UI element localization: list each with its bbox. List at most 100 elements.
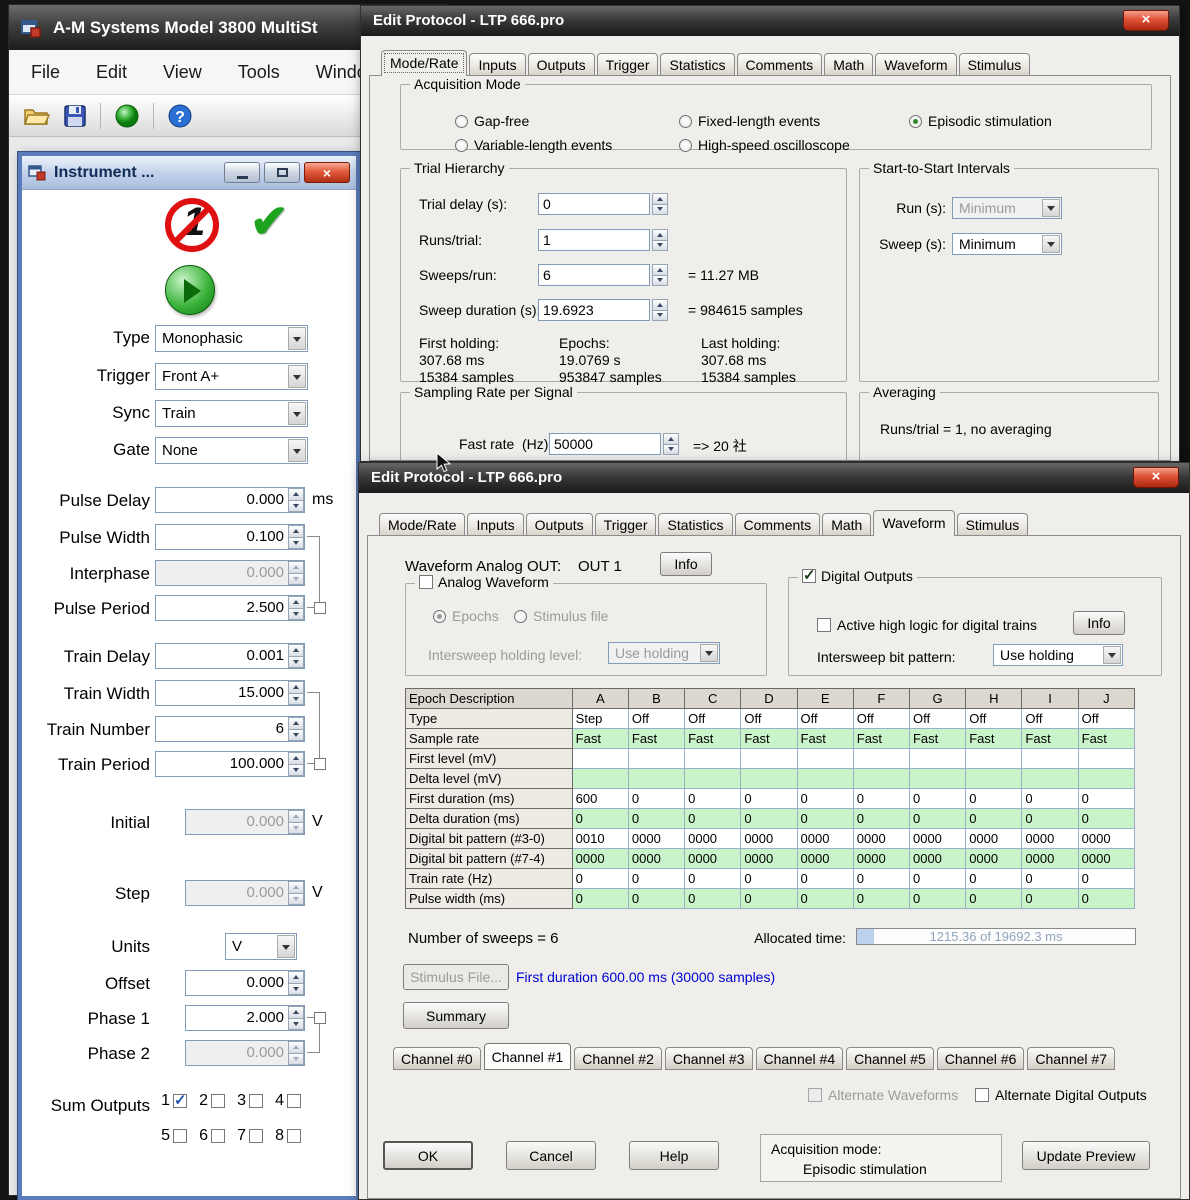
epoch-cell[interactable]: 0000 <box>685 829 741 849</box>
summary-button[interactable]: Summary <box>403 1002 509 1029</box>
epoch-cell[interactable]: 0000 <box>1022 829 1078 849</box>
spin-input-pulse-delay[interactable]: 0.000 <box>155 487 305 513</box>
sum-output-checkbox-6[interactable] <box>211 1129 225 1143</box>
epoch-cell[interactable]: 0 <box>909 809 965 829</box>
epoch-cell[interactable]: 0000 <box>572 849 628 869</box>
spinner-trial-delay-s[interactable] <box>652 193 669 215</box>
spin-down-icon[interactable] <box>288 694 304 706</box>
epoch-cell[interactable]: 0 <box>797 809 853 829</box>
update-preview-button[interactable]: Update Preview <box>1022 1141 1150 1170</box>
epoch-cell[interactable] <box>909 749 965 769</box>
sum-output-4[interactable]: 4 <box>274 1092 301 1110</box>
epoch-cell[interactable] <box>685 769 741 789</box>
epoch-cell[interactable] <box>853 769 909 789</box>
link-checkbox[interactable] <box>314 602 326 614</box>
epoch-cell[interactable] <box>572 749 628 769</box>
epoch-cell[interactable] <box>797 769 853 789</box>
radio-episodic-stimulation[interactable]: Episodic stimulation <box>909 113 1052 129</box>
channel-tab-channel-2[interactable]: Channel #2 <box>574 1047 662 1070</box>
epoch-cell[interactable] <box>966 749 1022 769</box>
spin-down-icon[interactable] <box>288 1054 304 1066</box>
sum-output-3[interactable]: 3 <box>236 1092 263 1110</box>
spin-up-icon[interactable] <box>652 229 668 241</box>
epoch-cell[interactable]: 0010 <box>572 829 628 849</box>
sum-output-checkbox-4[interactable] <box>287 1094 301 1108</box>
digital-outputs-checkbox[interactable] <box>802 569 816 583</box>
spin-up-icon[interactable] <box>288 810 304 823</box>
help-icon[interactable]: ? <box>167 103 193 129</box>
epoch-cell[interactable]: 0 <box>1078 869 1134 889</box>
epoch-cell[interactable]: 0000 <box>685 849 741 869</box>
maximize-button[interactable] <box>264 162 300 183</box>
menu-tools[interactable]: Tools <box>238 62 280 83</box>
sum-output-7[interactable]: 7 <box>236 1127 263 1145</box>
tab-stimulus[interactable]: Stimulus <box>959 53 1031 75</box>
epoch-cell[interactable]: 0 <box>1022 789 1078 809</box>
channel-tab-channel-5[interactable]: Channel #5 <box>846 1047 934 1070</box>
spinner[interactable] <box>288 752 304 776</box>
sum-output-8[interactable]: 8 <box>274 1127 301 1145</box>
epoch-cell[interactable]: 0000 <box>797 849 853 869</box>
epoch-cell[interactable] <box>741 769 797 789</box>
menu-view[interactable]: View <box>163 62 202 83</box>
spin-input-offset[interactable]: 0.000 <box>185 970 305 996</box>
epoch-cell[interactable] <box>741 749 797 769</box>
spin-input-step[interactable]: 0.000 <box>185 880 305 906</box>
spinner[interactable] <box>288 644 304 668</box>
epoch-cell[interactable]: 0 <box>966 889 1022 909</box>
combo-run-s[interactable]: Minimum <box>952 197 1062 219</box>
sum-output-checkbox-3[interactable] <box>249 1094 263 1108</box>
epoch-cell[interactable]: 0 <box>628 869 684 889</box>
epoch-cell[interactable]: Fast <box>1078 729 1134 749</box>
epoch-cell[interactable]: 0 <box>685 809 741 829</box>
spin-input-interphase[interactable]: 0.000 <box>155 560 305 586</box>
epoch-cell[interactable]: 0000 <box>628 849 684 869</box>
spinner[interactable] <box>652 299 668 321</box>
channel-tab-channel-7[interactable]: Channel #7 <box>1027 1047 1115 1070</box>
active-high-checkbox[interactable] <box>817 618 831 632</box>
spin-input-train-period[interactable]: 100.000 <box>155 751 305 777</box>
spin-down-icon[interactable] <box>652 311 668 322</box>
spin-up-icon[interactable] <box>288 971 304 984</box>
spinner[interactable] <box>288 1041 304 1065</box>
epoch-cell[interactable]: 0000 <box>1078 849 1134 869</box>
spin-up-icon[interactable] <box>288 488 304 501</box>
spinner[interactable] <box>288 561 304 585</box>
play-button[interactable] <box>165 265 215 315</box>
spinner[interactable] <box>288 717 304 741</box>
spin-up-icon[interactable] <box>288 596 304 609</box>
epoch-cell[interactable]: 0 <box>853 809 909 829</box>
spin-up-icon[interactable] <box>288 1041 304 1054</box>
epoch-cell[interactable]: 0 <box>741 809 797 829</box>
radio-epochs[interactable]: Epochs <box>433 608 499 624</box>
channel-tab-channel-4[interactable]: Channel #4 <box>756 1047 844 1070</box>
epoch-cell[interactable]: Off <box>853 709 909 729</box>
menu-file[interactable]: File <box>31 62 60 83</box>
spinner[interactable] <box>288 681 304 705</box>
spin-input-train-delay[interactable]: 0.001 <box>155 643 305 669</box>
epoch-cell[interactable]: 0 <box>966 789 1022 809</box>
tab-trigger[interactable]: Trigger <box>597 53 659 75</box>
spin-up-icon[interactable] <box>288 752 304 765</box>
record-icon[interactable] <box>114 103 140 129</box>
epoch-cell[interactable]: 0 <box>572 889 628 909</box>
menu-edit[interactable]: Edit <box>96 62 127 83</box>
combo-trigger[interactable]: Front A+ <box>155 363 308 390</box>
spin-down-icon[interactable] <box>663 445 679 456</box>
epoch-cell[interactable]: 0 <box>685 889 741 909</box>
alternate-digital-checkbox-row[interactable]: Alternate Digital Outputs <box>975 1087 1147 1103</box>
tab-comments[interactable]: Comments <box>737 53 823 75</box>
epoch-cell[interactable]: 0 <box>741 889 797 909</box>
epoch-cell[interactable]: Off <box>628 709 684 729</box>
epoch-cell[interactable] <box>685 749 741 769</box>
tab-math[interactable]: Math <box>822 513 871 535</box>
radio-fixed-length-events[interactable]: Fixed-length events <box>679 113 820 129</box>
epoch-cell[interactable]: Off <box>909 709 965 729</box>
epoch-cell[interactable] <box>1022 749 1078 769</box>
input-trial-delay-s[interactable]: 0 <box>538 193 650 215</box>
fast-rate-spinner[interactable] <box>663 433 680 455</box>
spin-down-icon[interactable] <box>652 241 668 252</box>
tab-outputs[interactable]: Outputs <box>528 53 595 75</box>
close-button[interactable] <box>1123 10 1169 31</box>
epoch-cell[interactable] <box>628 769 684 789</box>
